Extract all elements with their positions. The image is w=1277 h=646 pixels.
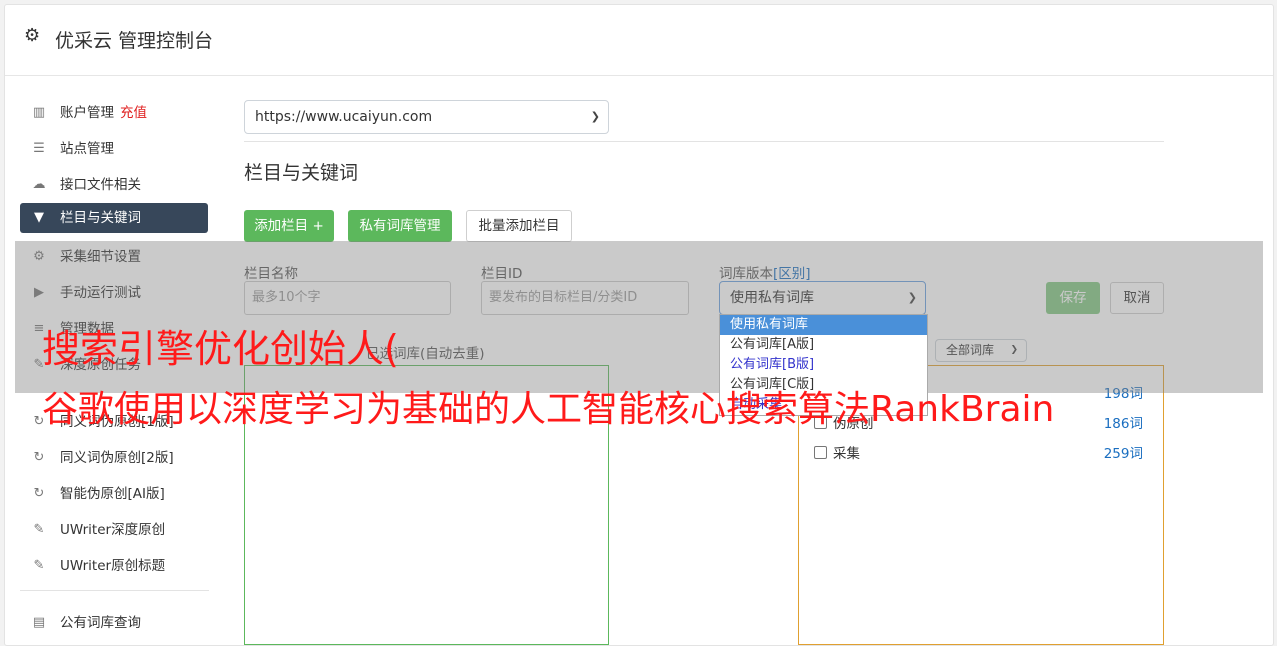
- chevron-down-icon: ❯: [590, 110, 600, 123]
- recharge-link[interactable]: 充值: [120, 105, 147, 121]
- sidebar-item-public-lib[interactable]: ▤ 公有词库查询: [20, 608, 208, 638]
- edit-icon: ✎: [33, 558, 45, 573]
- sidebar-item-label: 同义词伪原创[2版]: [60, 450, 174, 466]
- word-lib-row[interactable]: 采集: [814, 442, 860, 462]
- divider: [244, 141, 1164, 142]
- private-lib-button[interactable]: 私有词库管理: [348, 210, 452, 242]
- page-title: 优采云 管理控制台: [55, 30, 214, 52]
- add-column-button[interactable]: 添加栏目 +: [244, 210, 334, 242]
- book-icon: ▤: [32, 615, 46, 630]
- overlay-text-line-2: 谷歌使用以深度学习为基础的人工智能核心搜索算法RankBrain: [42, 389, 1055, 430]
- sidebar-item-synonym-v2[interactable]: ↻ 同义词伪原创[2版]: [20, 443, 208, 473]
- sidebar-item-label: 栏目与关键词: [60, 210, 141, 226]
- gear-icon: ⚙: [24, 25, 41, 46]
- sidebar-item-interface[interactable]: ☁ 接口文件相关: [20, 170, 208, 200]
- refresh-icon: ↻: [33, 486, 45, 501]
- sidebar-item-uwriter-deep[interactable]: ✎ UWriter深度原创: [20, 515, 208, 545]
- sidebar-divider: [20, 590, 209, 591]
- section-title: 栏目与关键词: [244, 162, 359, 184]
- sidebar-item-label: 账户管理: [60, 105, 114, 121]
- sidebar-item-uwriter-title[interactable]: ✎ UWriter原创标题: [20, 551, 208, 581]
- filter-icon: ▼: [34, 210, 44, 225]
- site-select-value: https://www.ucaiyun.com: [255, 109, 433, 125]
- edit-icon: ✎: [33, 522, 45, 537]
- bar-chart-icon: ▥: [32, 105, 46, 120]
- sidebar-item-columns-keywords[interactable]: ▼ 栏目与关键词: [20, 203, 208, 233]
- refresh-icon: ↻: [33, 450, 45, 465]
- sidebar-item-label: 智能伪原创[AI版]: [60, 486, 165, 502]
- checkbox[interactable]: [814, 446, 827, 459]
- server-icon: ☰: [33, 141, 45, 156]
- sidebar-item-ai-rewrite[interactable]: ↻ 智能伪原创[AI版]: [20, 479, 208, 509]
- sidebar-item-label: 公有词库查询: [60, 615, 141, 631]
- overlay-text-line-1: 搜索引擎优化创始人(: [42, 327, 399, 371]
- console-header: ⚙ 优采云 管理控制台: [5, 5, 1273, 76]
- sidebar-item-sites[interactable]: ☰ 站点管理: [20, 134, 208, 164]
- word-count: 259词: [1103, 446, 1143, 462]
- batch-add-button[interactable]: 批量添加栏目: [466, 210, 572, 242]
- dropdown-option[interactable]: 使用私有词库: [720, 315, 927, 335]
- sidebar-item-label: UWriter原创标题: [60, 558, 166, 574]
- sidebar-item-label: 站点管理: [60, 141, 114, 157]
- dropdown-option[interactable]: 公有词库[B版]: [720, 355, 927, 375]
- sidebar-item-label: 接口文件相关: [60, 177, 141, 193]
- cloud-upload-icon: ☁: [32, 177, 46, 192]
- sidebar-item-label: UWriter深度原创: [60, 522, 166, 538]
- dropdown-option[interactable]: 公有词库[A版]: [720, 335, 927, 355]
- word-count: 186词: [1103, 416, 1143, 432]
- sidebar-item-account[interactable]: ▥ 账户管理 充值: [20, 98, 208, 128]
- site-select[interactable]: https://www.ucaiyun.com ❯: [244, 100, 609, 134]
